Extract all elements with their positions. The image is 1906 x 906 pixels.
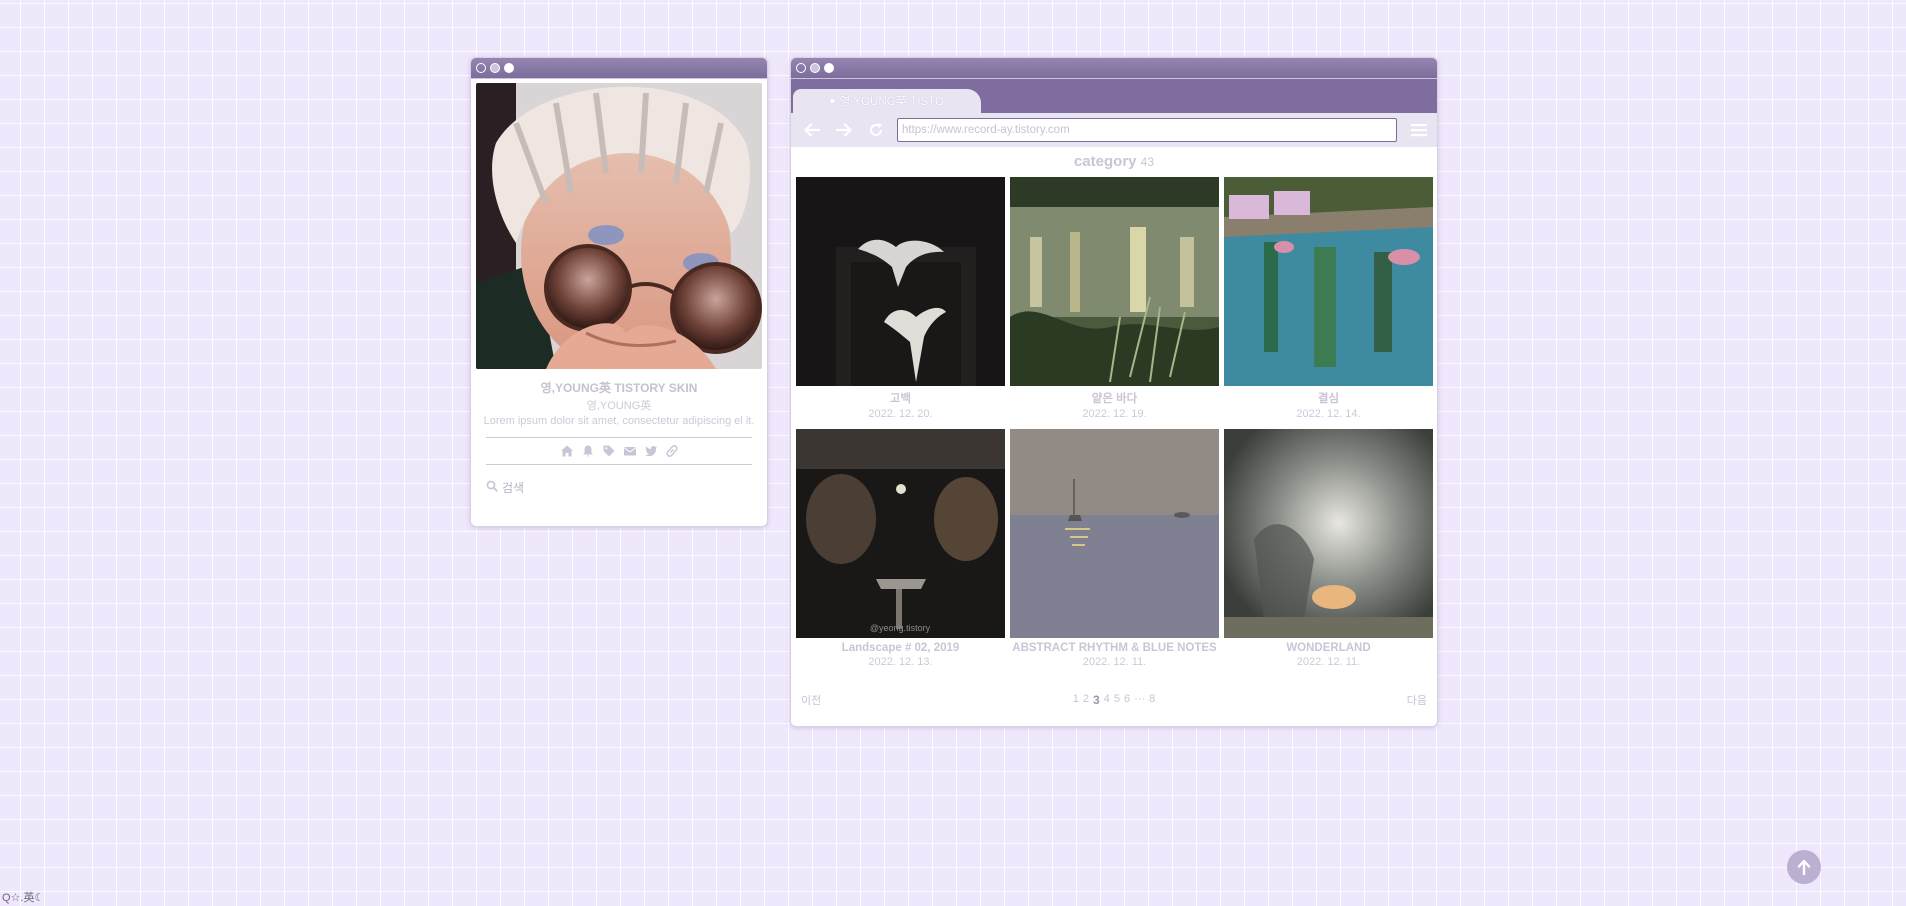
category-heading: category 43 bbox=[796, 153, 1432, 173]
post-card[interactable]: ABSTRACT RHYTHM & BLUE NOTES 2022. 12. 1… bbox=[1010, 429, 1219, 668]
post-title[interactable]: 고백 bbox=[796, 390, 1005, 406]
profile-titlebar bbox=[471, 58, 767, 79]
post-thumbnail[interactable] bbox=[1010, 177, 1219, 386]
post-thumbnail[interactable] bbox=[796, 177, 1005, 386]
browser-window: ● 영,YOUNG英 TISTO category 43 bbox=[790, 57, 1438, 727]
post-date: 2022. 12. 11. bbox=[1296, 656, 1361, 668]
page-link[interactable]: 8 bbox=[1149, 693, 1155, 707]
search-bar bbox=[486, 479, 762, 497]
bell-icon[interactable] bbox=[581, 444, 595, 458]
page-number-list: 1 2 3 4 5 6 ··· 8 bbox=[1073, 693, 1155, 707]
page-link[interactable]: 4 bbox=[1104, 693, 1110, 707]
window-minimize-dot[interactable] bbox=[490, 63, 500, 73]
divider bbox=[486, 464, 752, 465]
search-input[interactable] bbox=[502, 481, 702, 495]
tab-blog[interactable]: ● 영,YOUNG英 TISTO bbox=[793, 89, 981, 113]
window-close-dot[interactable] bbox=[476, 63, 486, 73]
corner-signature: Q☆.英☾ bbox=[2, 892, 45, 904]
thumb-watermark: @yeong.tistory bbox=[870, 623, 931, 633]
pagination: 이전 1 2 3 4 5 6 ··· 8 다음 bbox=[796, 692, 1432, 708]
divider bbox=[486, 437, 752, 438]
reload-icon[interactable] bbox=[865, 119, 887, 141]
post-card[interactable]: @yeong.tistory Landscape # 02, 2019 2022… bbox=[796, 429, 1005, 668]
window-zoom-dot[interactable] bbox=[824, 63, 834, 73]
current-page: 3 bbox=[1093, 693, 1100, 707]
link-icon[interactable] bbox=[665, 444, 679, 458]
tab-label: 영,YOUNG英 TISTO bbox=[839, 96, 944, 108]
post-title[interactable]: Landscape # 02, 2019 bbox=[796, 642, 1005, 654]
category-label: category bbox=[1073, 153, 1137, 170]
window-zoom-dot[interactable] bbox=[504, 63, 514, 73]
post-thumbnail[interactable]: @yeong.tistory bbox=[796, 429, 1005, 638]
prev-page-link[interactable]: 이전 bbox=[801, 692, 821, 708]
post-title[interactable]: ABSTRACT RHYTHM & BLUE NOTES bbox=[1010, 642, 1219, 654]
post-card[interactable]: 고백 2022. 12. 20. bbox=[796, 177, 1005, 420]
post-date: 2022. 12. 11. bbox=[1082, 656, 1147, 668]
window-minimize-dot[interactable] bbox=[810, 63, 820, 73]
post-title[interactable]: 결심 bbox=[1224, 390, 1433, 406]
mail-icon[interactable] bbox=[623, 444, 637, 458]
apple-icon: ● bbox=[829, 95, 836, 107]
browser-titlebar bbox=[791, 58, 1437, 79]
scroll-to-top-button[interactable] bbox=[1787, 850, 1821, 884]
search-icon[interactable] bbox=[486, 479, 498, 497]
address-bar[interactable] bbox=[897, 118, 1397, 142]
post-thumbnail[interactable] bbox=[1224, 429, 1433, 638]
page-link[interactable]: 6 bbox=[1124, 693, 1130, 707]
tag-icon[interactable] bbox=[602, 444, 616, 458]
blog-title[interactable]: 영,YOUNG英 TISTORY SKIN bbox=[476, 379, 762, 396]
social-icon-row bbox=[476, 442, 762, 460]
post-date: 2022. 12. 20. bbox=[868, 408, 933, 420]
post-card[interactable]: 결심 2022. 12. 14. bbox=[1224, 177, 1433, 420]
blog-owner-name: 영,YOUNG英 bbox=[586, 400, 652, 412]
tab-strip: ● 영,YOUNG英 TISTO bbox=[791, 79, 1437, 113]
browser-toolbar bbox=[791, 113, 1437, 147]
window-close-dot[interactable] bbox=[796, 63, 806, 73]
post-date: 2022. 12. 13. bbox=[868, 656, 933, 668]
post-thumbnail[interactable] bbox=[1224, 177, 1433, 386]
home-icon[interactable] bbox=[560, 444, 574, 458]
post-thumbnail[interactable] bbox=[1010, 429, 1219, 638]
blog-description: Lorem ipsum dolor sit amet, consectetur … bbox=[483, 415, 755, 427]
arrow-up-icon bbox=[1797, 859, 1811, 875]
page-link[interactable]: 2 bbox=[1083, 693, 1089, 707]
hamburger-menu-icon[interactable] bbox=[1407, 119, 1431, 141]
profile-window: 영,YOUNG英 TISTORY SKIN 영,YOUNG英 Lorem ips… bbox=[470, 57, 768, 527]
post-card[interactable]: WONDERLAND 2022. 12. 11. bbox=[1224, 429, 1433, 668]
page-ellipsis: ··· bbox=[1134, 693, 1146, 705]
post-grid: 고백 2022. 12. 20. 얕은 바다 2022. 12. 19. 결심 … bbox=[796, 177, 1433, 668]
page-link[interactable]: 5 bbox=[1114, 693, 1120, 707]
post-card[interactable]: 얕은 바다 2022. 12. 19. bbox=[1010, 177, 1219, 420]
page-link[interactable]: 1 bbox=[1073, 693, 1079, 707]
post-date: 2022. 12. 19. bbox=[1082, 408, 1147, 420]
profile-avatar-image bbox=[476, 83, 762, 369]
post-title[interactable]: WONDERLAND bbox=[1224, 642, 1433, 654]
twitter-icon[interactable] bbox=[644, 444, 658, 458]
post-date: 2022. 12. 14. bbox=[1296, 408, 1361, 420]
category-count: 43 bbox=[1140, 155, 1155, 169]
forward-arrow-icon[interactable] bbox=[833, 119, 855, 141]
next-page-link[interactable]: 다음 bbox=[1407, 692, 1427, 708]
post-title[interactable]: 얕은 바다 bbox=[1010, 390, 1219, 406]
back-arrow-icon[interactable] bbox=[801, 119, 823, 141]
page-content: category 43 고백 2022. 12. 20. 얕은 바다 2022.… bbox=[791, 147, 1437, 708]
